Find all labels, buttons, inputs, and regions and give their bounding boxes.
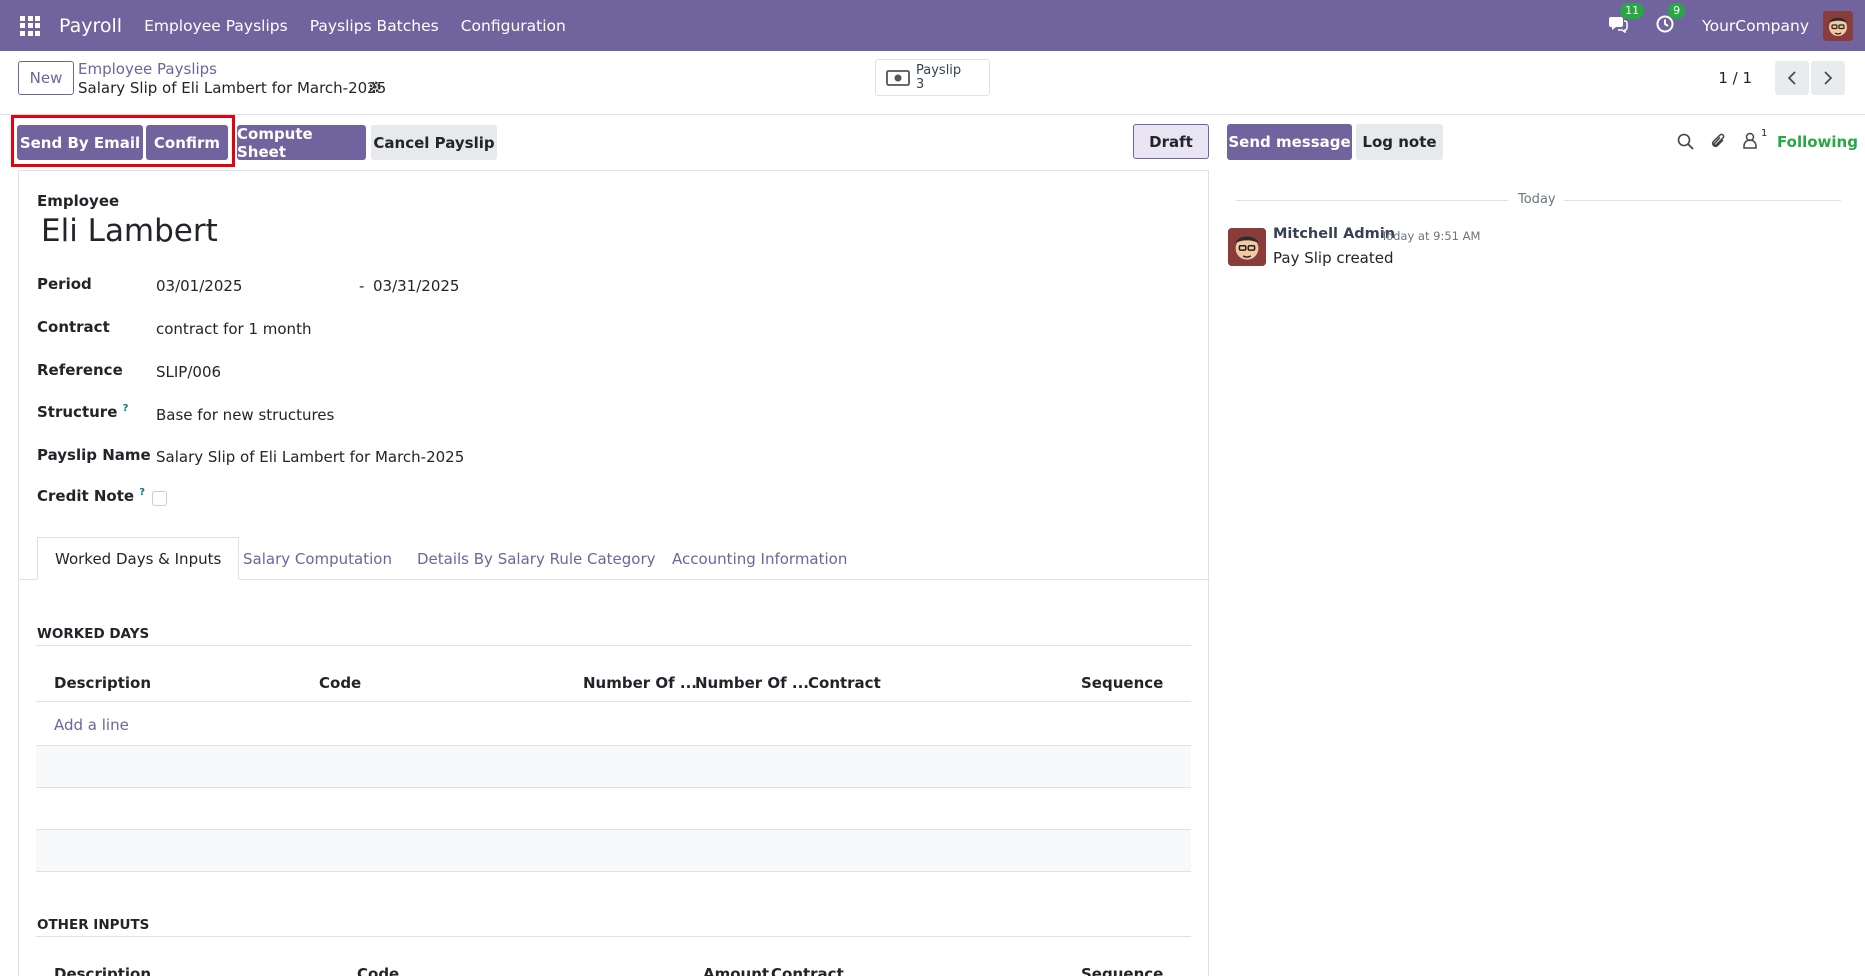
credit-note-help-icon[interactable]: ? (139, 487, 145, 498)
activities-count-badge: 9 (1668, 2, 1686, 19)
notebook-tabs: Worked Days & Inputs Salary Computation … (19, 537, 1210, 580)
new-button[interactable]: New (18, 61, 74, 95)
tab-details-by-salary-rule-category[interactable]: Details By Salary Rule Category (417, 537, 656, 580)
money-icon (886, 69, 910, 86)
send-message-button[interactable]: Send message (1227, 124, 1352, 160)
structure-label: Structure ? (37, 403, 129, 421)
smart-button-count: 3 (916, 76, 925, 92)
breadcrumb-current: Salary Slip of Eli Lambert for March-202… (78, 79, 387, 97)
table-header-divider (36, 701, 1191, 702)
confirm-button[interactable]: Confirm (146, 125, 228, 160)
employee-name-field[interactable]: Eli Lambert (41, 213, 218, 249)
tab-accounting-information[interactable]: Accounting Information (672, 537, 847, 580)
smart-button-label: Payslip (916, 62, 962, 78)
apps-grid-icon[interactable] (20, 15, 40, 36)
navbar-systray: 11 9 YourCompany (1608, 0, 1853, 51)
col-code[interactable]: Code (319, 674, 361, 692)
period-separator: - (359, 277, 365, 295)
search-icon[interactable] (1677, 133, 1694, 150)
menu-employee-payslips[interactable]: Employee Payslips (144, 17, 288, 35)
structure-help-icon[interactable]: ? (123, 403, 129, 414)
structure-field[interactable]: Base for new structures (156, 406, 334, 424)
col-contract[interactable]: Contract (771, 965, 844, 976)
section-divider (36, 936, 1191, 937)
message-author[interactable]: Mitchell Admin (1273, 226, 1395, 242)
send-by-email-button[interactable]: Send By Email (17, 125, 143, 160)
user-avatar[interactable] (1823, 10, 1853, 41)
compute-sheet-button[interactable]: Compute Sheet (237, 125, 366, 161)
col-amount[interactable]: Amount (703, 965, 769, 976)
date-divider-left (1236, 200, 1508, 201)
period-from-field[interactable]: 03/01/2025 (156, 277, 242, 295)
menu-payslips-batches[interactable]: Payslips Batches (310, 17, 439, 35)
date-divider-right (1564, 200, 1841, 201)
payslip-name-field[interactable]: Salary Slip of Eli Lambert for March-202… (156, 448, 464, 466)
col-number-of-days[interactable]: Number Of ... (583, 674, 697, 692)
period-label: Period (37, 275, 92, 293)
col-description[interactable]: Description (54, 965, 151, 976)
credit-note-checkbox[interactable] (152, 491, 167, 506)
table-row (36, 788, 1191, 829)
followers-count: 1 (1761, 128, 1768, 139)
section-divider (36, 645, 1191, 646)
col-code[interactable]: Code (357, 965, 399, 976)
breadcrumb-parent[interactable]: Employee Payslips (78, 60, 217, 78)
reference-label: Reference (37, 361, 123, 379)
chevron-left-icon (1787, 71, 1796, 85)
pager-next-button[interactable] (1811, 61, 1845, 95)
avatar-face-icon (1823, 10, 1853, 41)
top-navbar: Payroll Employee Payslips Payslips Batch… (0, 0, 1865, 51)
other-inputs-title: OTHER INPUTS (37, 917, 150, 933)
payslip-smart-button[interactable]: Payslip 3 (875, 59, 990, 96)
form-sheet: Employee Eli Lambert Period 03/01/2025 -… (18, 170, 1210, 976)
col-number-of-hours[interactable]: Number Of ... (695, 674, 809, 692)
user-icon (1743, 132, 1757, 149)
followers-button[interactable]: 1 (1742, 128, 1767, 153)
chevron-right-icon (1824, 71, 1833, 85)
table-row (36, 830, 1191, 871)
add-line-link[interactable]: Add a line (54, 716, 129, 734)
table-row-divider (36, 871, 1191, 872)
message-author-avatar[interactable] (1228, 228, 1266, 266)
pager-previous-button[interactable] (1775, 61, 1809, 95)
paperclip-icon[interactable] (1710, 132, 1726, 150)
contract-field[interactable]: contract for 1 month (156, 320, 311, 338)
control-panel: New Employee Payslips Salary Slip of Eli… (0, 51, 1865, 115)
avatar-face-icon (1228, 228, 1266, 266)
employee-label: Employee (37, 192, 120, 210)
message-time: Today at 9:51 AM (1381, 229, 1481, 243)
cancel-payslip-button[interactable]: Cancel Payslip (371, 125, 497, 160)
activities-button[interactable]: 9 (1656, 2, 1686, 37)
contract-label: Contract (37, 318, 110, 336)
tab-salary-computation[interactable]: Salary Computation (243, 537, 392, 580)
following-button[interactable]: Following (1777, 133, 1858, 151)
col-sequence[interactable]: Sequence (1081, 674, 1163, 692)
reference-field[interactable]: SLIP/006 (156, 363, 221, 381)
message-body: Pay Slip created (1273, 249, 1394, 267)
log-note-button[interactable]: Log note (1356, 124, 1443, 160)
table-row (36, 746, 1191, 787)
company-switcher[interactable]: YourCompany (1702, 17, 1809, 35)
payslip-name-label: Payslip Name (37, 446, 151, 464)
status-draft[interactable]: Draft (1133, 124, 1209, 159)
menu-configuration[interactable]: Configuration (461, 17, 566, 35)
gear-icon[interactable] (368, 80, 382, 94)
credit-note-label: Credit Note ? (37, 487, 146, 505)
tab-worked-days-inputs[interactable]: Worked Days & Inputs (37, 537, 240, 580)
period-to-field[interactable]: 03/31/2025 (373, 277, 459, 295)
worked-days-title: WORKED DAYS (37, 626, 150, 642)
pager-value[interactable]: 1 / 1 (1718, 69, 1752, 87)
col-sequence[interactable]: Sequence (1081, 965, 1163, 976)
messages-button[interactable]: 11 (1608, 2, 1645, 37)
col-description[interactable]: Description (54, 674, 151, 692)
col-contract[interactable]: Contract (808, 674, 881, 692)
messages-count-badge: 11 (1620, 2, 1645, 19)
date-divider-label: Today (1518, 192, 1556, 207)
app-brand[interactable]: Payroll (59, 15, 122, 37)
